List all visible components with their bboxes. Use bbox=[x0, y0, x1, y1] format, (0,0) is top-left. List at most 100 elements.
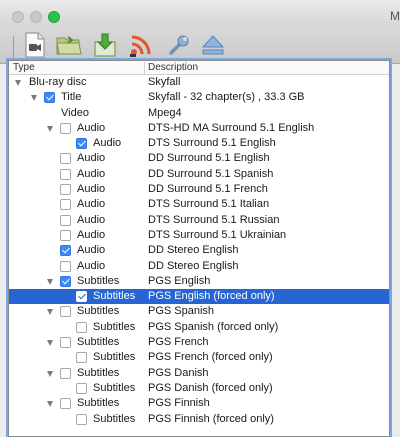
row-description: PGS Finnish bbox=[148, 397, 210, 410]
row-description: Skyfall bbox=[148, 76, 181, 88]
track-checkbox[interactable] bbox=[76, 138, 87, 150]
row-type-label: Audio bbox=[77, 183, 106, 196]
row-description: DTS Surround 5.1 Italian bbox=[148, 198, 270, 211]
row-type-label: Audio bbox=[77, 167, 106, 180]
track-checkbox[interactable] bbox=[60, 245, 71, 257]
tree-row[interactable]: Subtitles PGS Danish bbox=[9, 366, 389, 381]
row-description: PGS Danish (forced only) bbox=[148, 381, 273, 394]
tree-row[interactable]: Audio DD Stereo English bbox=[9, 243, 389, 258]
column-header-type[interactable]: Type bbox=[13, 62, 35, 73]
tree-row[interactable]: Audio DTS Surround 5.1 Ukrainian bbox=[9, 228, 389, 243]
tree-row[interactable]: Audio DD Surround 5.1 English bbox=[9, 151, 389, 166]
track-checkbox[interactable] bbox=[76, 321, 87, 333]
row-description: Skyfall - 32 chapter(s) , 33.3 GB bbox=[148, 91, 305, 104]
row-type-label: Audio bbox=[77, 213, 106, 226]
tree-row[interactable]: Subtitles PGS English bbox=[9, 274, 389, 289]
toolbar-separator bbox=[13, 36, 14, 58]
download-icon bbox=[94, 33, 116, 57]
wrench-icon bbox=[169, 35, 189, 55]
row-description: PGS French bbox=[148, 336, 209, 349]
track-checkbox[interactable] bbox=[76, 352, 87, 364]
tree-row[interactable]: Audio DD Stereo English bbox=[9, 259, 389, 274]
column-divider[interactable] bbox=[144, 62, 145, 74]
disclosure-triangle-icon[interactable] bbox=[31, 95, 37, 102]
tree-row[interactable]: Subtitles PGS Danish (forced only) bbox=[9, 381, 389, 396]
row-type-label: Blu-ray disc bbox=[29, 76, 87, 88]
tree-row[interactable]: Audio DTS Surround 5.1 English bbox=[9, 136, 389, 151]
stream-tree[interactable]: Type Description Blu-ray disc Skyfall Titl… bbox=[8, 60, 390, 437]
track-checkbox[interactable] bbox=[60, 184, 71, 196]
track-checkbox[interactable] bbox=[60, 229, 71, 241]
track-checkbox[interactable] bbox=[60, 153, 71, 165]
row-description: DD Surround 5.1 French bbox=[148, 183, 268, 196]
disclosure-triangle-icon[interactable] bbox=[47, 125, 53, 132]
column-header-description[interactable]: Description bbox=[148, 62, 198, 73]
tree-row[interactable]: Blu-ray disc Skyfall bbox=[9, 75, 389, 90]
tree-row[interactable]: Audio DD Surround 5.1 French bbox=[9, 182, 389, 197]
row-type-label: Audio bbox=[77, 198, 106, 211]
row-type-label: Subtitles bbox=[77, 397, 120, 410]
open-disc-button[interactable] bbox=[20, 30, 50, 60]
row-type-label: Audio bbox=[93, 137, 122, 150]
eject-icon bbox=[201, 35, 225, 55]
track-checkbox[interactable] bbox=[44, 92, 55, 104]
row-type-label: Subtitles bbox=[93, 290, 136, 303]
tree-row[interactable]: Subtitles PGS Spanish (forced only) bbox=[9, 320, 389, 335]
tree-row[interactable]: Subtitles PGS French (forced only) bbox=[9, 350, 389, 365]
row-type-label: Title bbox=[61, 91, 82, 104]
tree-row[interactable]: Subtitles PGS Finnish (forced only) bbox=[9, 412, 389, 427]
row-description: DTS Surround 5.1 English bbox=[148, 137, 276, 150]
tree-row[interactable]: Subtitles PGS Finnish bbox=[9, 396, 389, 411]
tree-header: Type Description bbox=[9, 61, 389, 75]
tree-row[interactable]: Subtitles PGS French bbox=[9, 335, 389, 350]
resize-handle[interactable]: · · bbox=[393, 243, 395, 257]
row-description: DD Stereo English bbox=[148, 259, 239, 272]
disclosure-triangle-icon[interactable] bbox=[47, 401, 53, 408]
track-checkbox[interactable] bbox=[76, 413, 87, 425]
track-checkbox[interactable] bbox=[76, 291, 87, 303]
track-checkbox[interactable] bbox=[60, 398, 71, 410]
track-checkbox[interactable] bbox=[60, 367, 71, 379]
row-description: DTS-HD MA Surround 5.1 English bbox=[148, 121, 315, 134]
track-checkbox[interactable] bbox=[60, 337, 71, 349]
track-checkbox[interactable] bbox=[60, 260, 71, 272]
tree-row[interactable]: Audio DTS Surround 5.1 Russian bbox=[9, 213, 389, 228]
save-button[interactable] bbox=[90, 30, 120, 60]
close-window-button[interactable] bbox=[12, 11, 24, 23]
tree-row[interactable]: Subtitles PGS Spanish bbox=[9, 304, 389, 319]
row-type-label: Audio bbox=[77, 121, 106, 134]
row-type-label: Subtitles bbox=[93, 320, 136, 333]
tree-row[interactable]: Audio DTS-HD MA Surround 5.1 English bbox=[9, 121, 389, 136]
row-description: Mpeg4 bbox=[148, 106, 182, 119]
disclosure-triangle-icon[interactable] bbox=[47, 278, 53, 285]
tree-row[interactable]: Audio DTS Surround 5.1 Italian bbox=[9, 197, 389, 212]
disclosure-triangle-icon[interactable] bbox=[15, 80, 21, 86]
eject-button[interactable] bbox=[198, 30, 228, 60]
tree-row[interactable]: Video Mpeg4 bbox=[9, 106, 389, 121]
track-checkbox[interactable] bbox=[60, 275, 71, 287]
row-type-label: Audio bbox=[77, 244, 106, 257]
row-type-label: Video bbox=[61, 106, 89, 119]
track-checkbox[interactable] bbox=[60, 199, 71, 211]
row-description: PGS Danish bbox=[148, 366, 209, 379]
disclosure-triangle-icon[interactable] bbox=[47, 309, 53, 316]
row-description: DD Surround 5.1 Spanish bbox=[148, 167, 274, 180]
stream-button[interactable] bbox=[126, 30, 156, 60]
track-checkbox[interactable] bbox=[76, 382, 87, 394]
settings-button[interactable] bbox=[164, 30, 194, 60]
row-type-label: Audio bbox=[77, 152, 106, 165]
tree-row[interactable]: Title Skyfall - 32 chapter(s) , 33.3 GB bbox=[9, 90, 389, 105]
track-checkbox[interactable] bbox=[60, 306, 71, 318]
tree-row[interactable]: Subtitles PGS English (forced only) bbox=[9, 289, 389, 305]
folder-icon bbox=[56, 36, 82, 55]
tree-row[interactable]: Audio DD Surround 5.1 Spanish bbox=[9, 167, 389, 182]
track-checkbox[interactable] bbox=[60, 122, 71, 134]
track-checkbox[interactable] bbox=[60, 168, 71, 180]
open-folder-button[interactable] bbox=[54, 30, 84, 60]
zoom-window-button[interactable] bbox=[48, 11, 60, 23]
track-checkbox[interactable] bbox=[60, 214, 71, 226]
row-description: PGS English (forced only) bbox=[148, 290, 275, 303]
minimize-window-button[interactable] bbox=[30, 11, 42, 23]
disclosure-triangle-icon[interactable] bbox=[47, 340, 53, 347]
disclosure-triangle-icon[interactable] bbox=[47, 370, 53, 377]
